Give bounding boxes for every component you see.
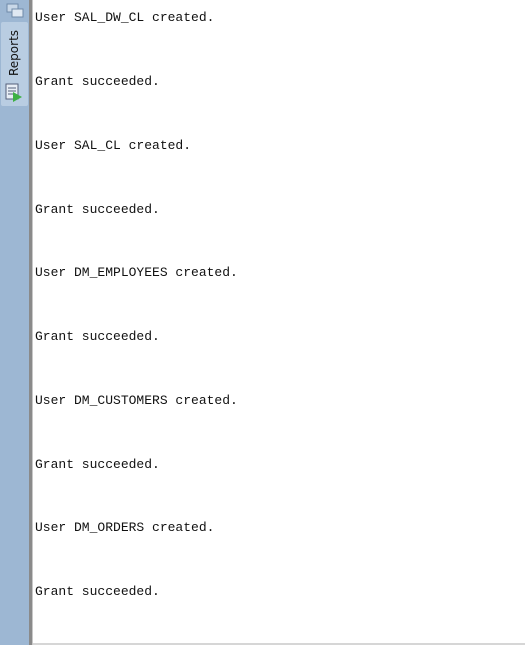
output-line: User DM_ORDERS created. — [35, 520, 215, 535]
output-line: Grant succeeded. — [35, 457, 160, 472]
output-line: User SAL_CL created. — [35, 138, 192, 153]
output-line: User DM_EMPLOYEES created. — [35, 265, 238, 280]
output-line: Grant succeeded. — [35, 584, 160, 599]
side-panel-bar: Reports — [0, 0, 29, 645]
output-line: Grant succeeded. — [35, 202, 160, 217]
script-output-panel: User SAL_DW_CL created. Grant succeeded.… — [33, 0, 525, 643]
tab-reports-label[interactable]: Reports — [2, 26, 26, 80]
output-line: User SAL_DW_CL created. — [35, 10, 215, 25]
reports-icon — [5, 83, 22, 102]
output-line: User DM_CUSTOMERS created. — [35, 393, 238, 408]
output-line: Grant succeeded. — [35, 329, 160, 344]
restore-windows-icon[interactable] — [6, 3, 24, 19]
output-line: Grant succeeded. — [35, 74, 160, 89]
